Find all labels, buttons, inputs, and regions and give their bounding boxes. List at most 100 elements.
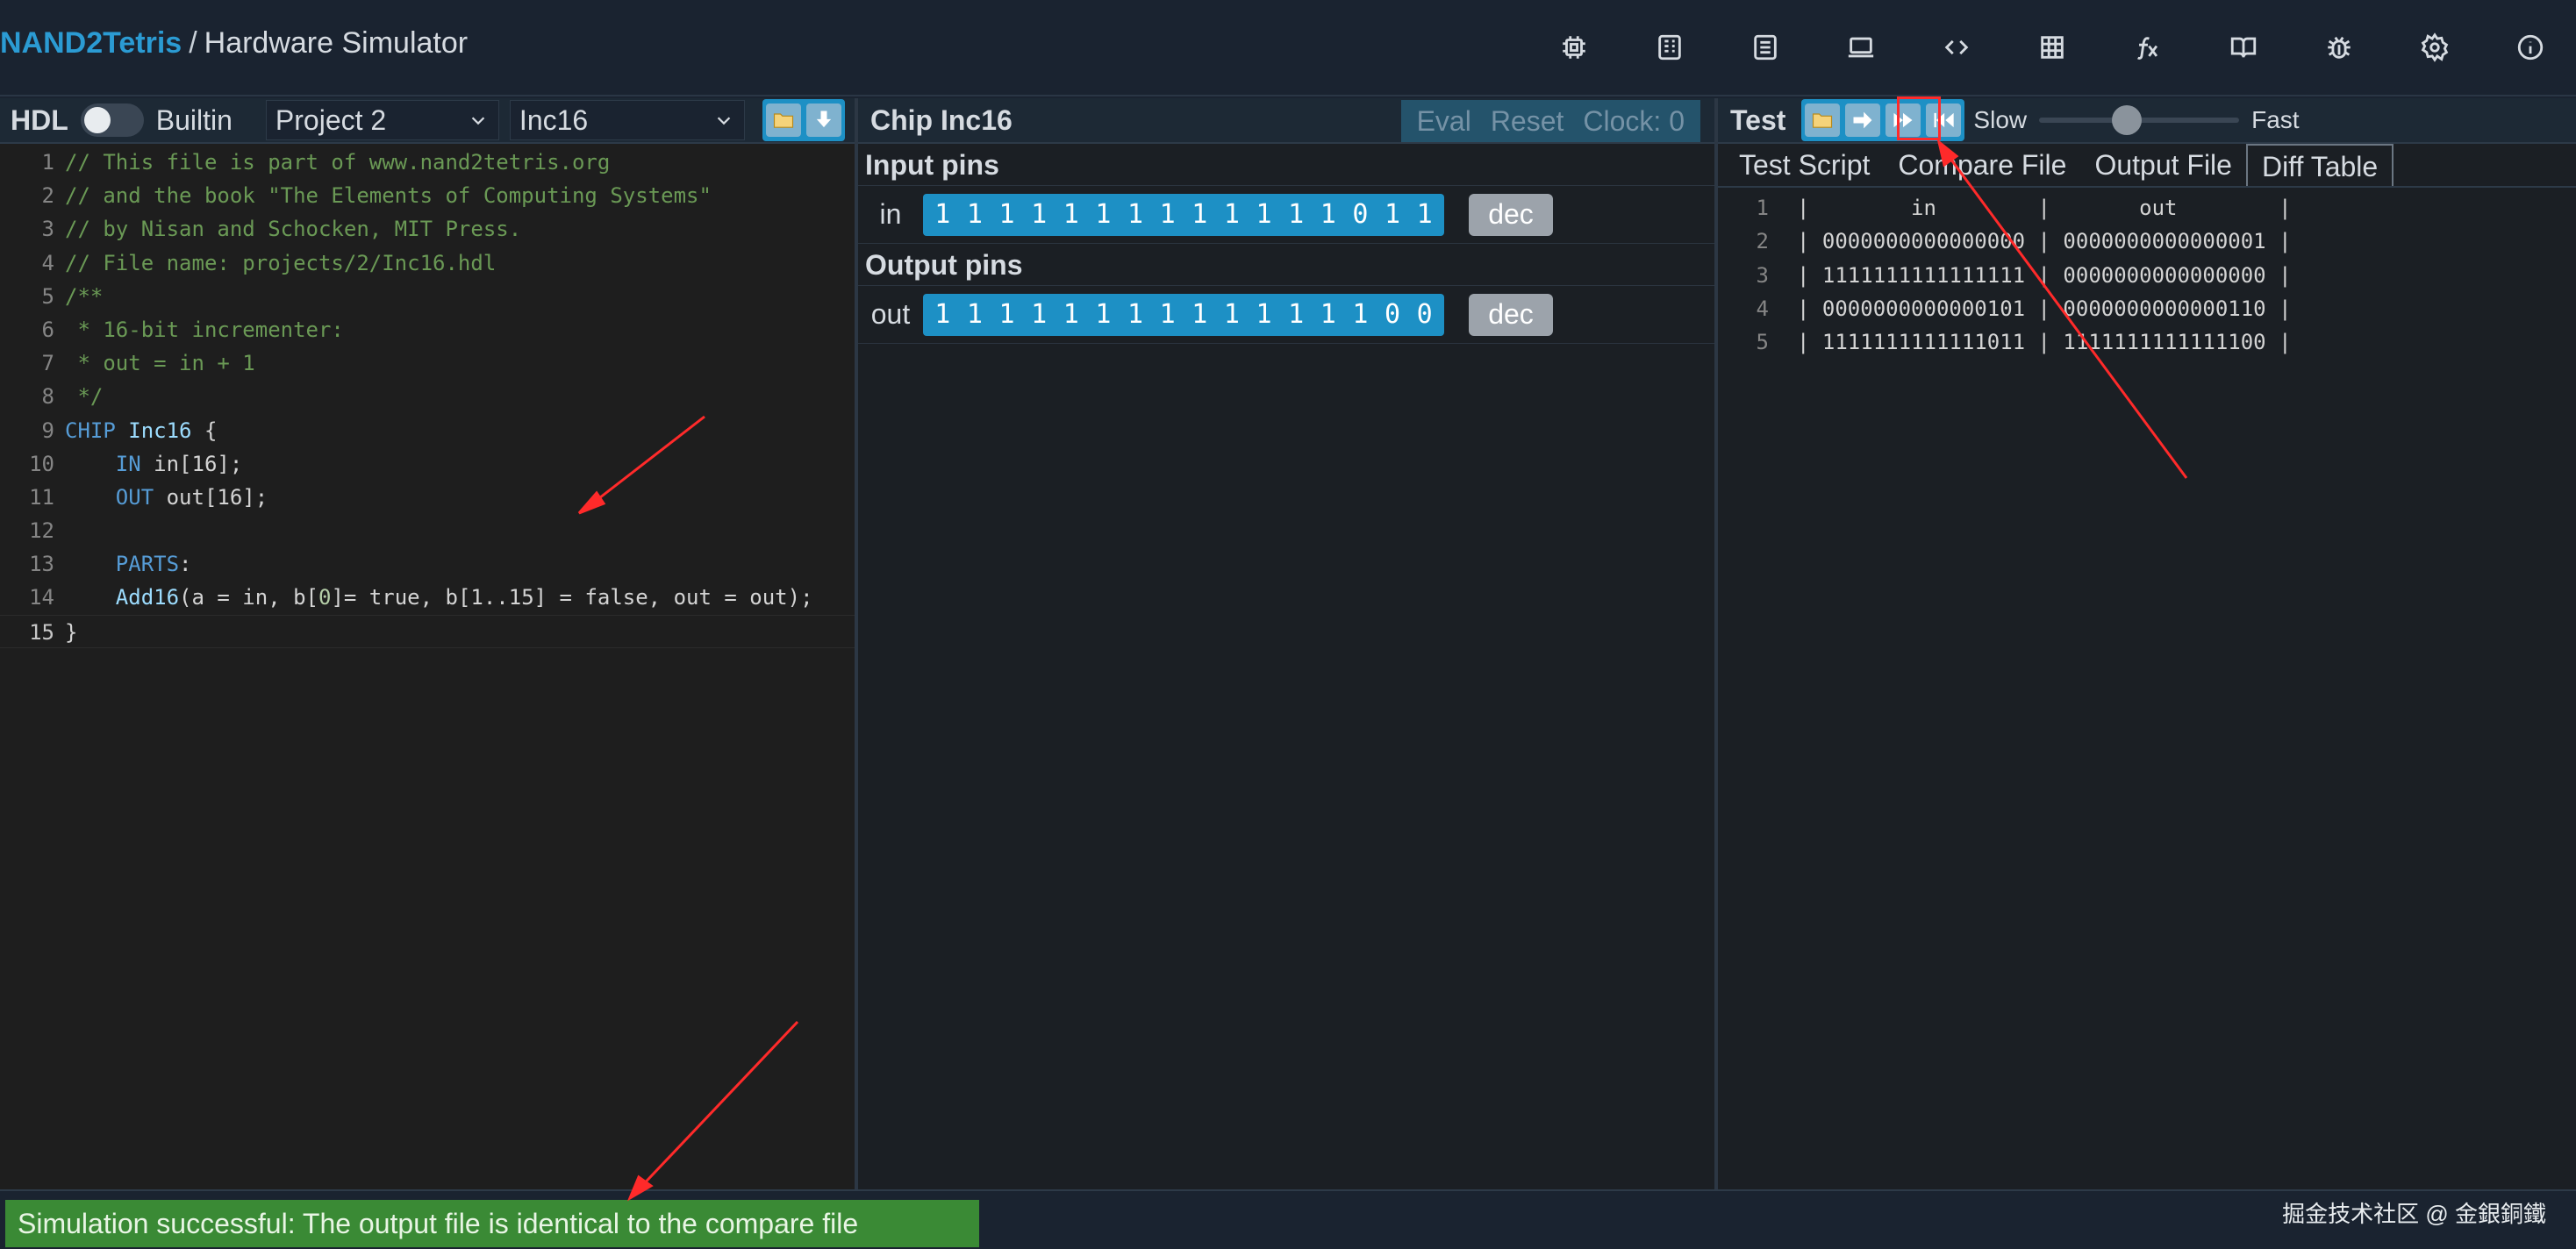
tab-diff-table[interactable]: Diff Table [2245, 144, 2394, 186]
chip-select[interactable]: Inc16 [509, 100, 745, 140]
pin-name: out [870, 298, 911, 330]
chevron-down-icon [471, 117, 485, 125]
open-test-button[interactable] [1805, 103, 1841, 137]
code-line[interactable]: 3 // by Nisan and Schocken, MIT Press. [0, 212, 855, 246]
code-line[interactable]: 14 Add16 (a = in, b[0]= true, b[1..15] = … [0, 581, 855, 614]
code-line[interactable]: 7 * out = in + 1 [0, 346, 855, 380]
code-token: { [191, 418, 218, 443]
project-select[interactable]: Project 2 [265, 100, 499, 140]
pin-bit[interactable]: 1 [1127, 199, 1143, 230]
code-line[interactable]: 12 [0, 514, 855, 547]
input-pin-bits[interactable]: 1111111111111011 [923, 193, 1444, 236]
code-icon[interactable] [1932, 25, 1981, 70]
pin-bit[interactable]: 1 [1385, 199, 1400, 230]
tab-output-file[interactable]: Output File [2080, 144, 2246, 186]
chip-toolbar: Chip Inc16 Eval Reset Clock: 0 [858, 98, 1714, 144]
step-button[interactable] [1845, 103, 1881, 137]
download-icon [816, 111, 832, 128]
pin-bit: 1 [998, 299, 1015, 330]
tab-compare-file[interactable]: Compare File [1884, 144, 2080, 186]
pin-bit[interactable]: 1 [934, 199, 950, 230]
grid-icon[interactable] [2028, 25, 2077, 70]
code-line[interactable]: 4 // File name: projects/2/Inc16.hdl [0, 246, 855, 280]
pin-bit[interactable]: 0 [1352, 199, 1368, 230]
code-line[interactable]: 5 /** [0, 280, 855, 313]
speed-fast-label: Fast [2251, 106, 2300, 133]
code-line[interactable]: 2 // and the book "The Elements of Comput… [0, 179, 855, 212]
app-header: NAND2Tetris / Hardware Simulator [0, 0, 2576, 96]
function-icon[interactable] [2123, 25, 2172, 70]
pin-bit[interactable]: 1 [1063, 199, 1079, 230]
book-icon[interactable] [2219, 25, 2268, 70]
code-line[interactable]: 15} [0, 614, 855, 648]
line-number: 4 [41, 250, 54, 275]
slider-thumb[interactable] [2112, 105, 2143, 135]
chevron-down-icon [717, 117, 731, 125]
code-line[interactable]: 8 */ [0, 380, 855, 413]
settings-icon[interactable] [2410, 25, 2459, 70]
code-token: in[16]; [140, 451, 243, 476]
monitor-icon[interactable] [1836, 25, 1885, 70]
pin-name: in [879, 198, 902, 230]
pin-bit[interactable]: 1 [1288, 199, 1304, 230]
code-token: (a = in, b[ [179, 585, 318, 610]
line-number: 3 [1756, 262, 1769, 288]
code-token: PARTS [115, 552, 180, 577]
line-number: 2 [41, 183, 54, 209]
code-line[interactable]: 10 IN in[16]; [0, 447, 855, 481]
code-line[interactable]: 11 OUT out[16]; [0, 481, 855, 514]
speed-slider[interactable] [2039, 105, 2240, 135]
builtin-toggle[interactable] [80, 103, 144, 137]
pin-bit[interactable]: 1 [1095, 199, 1111, 230]
pin-bit[interactable]: 1 [1417, 199, 1433, 230]
code-token: 0 [318, 585, 332, 610]
pin-bit[interactable]: 1 [1320, 199, 1336, 230]
format-dec-button[interactable]: dec [1469, 193, 1553, 236]
download-button[interactable] [805, 103, 841, 137]
eval-button[interactable]: Eval [1417, 105, 1471, 138]
pin-bit[interactable]: 1 [1160, 199, 1176, 230]
pin-bit[interactable]: 1 [1224, 199, 1240, 230]
line-number: 2 [1756, 229, 1769, 254]
speed-control: Slow Fast [1973, 105, 2300, 135]
pin-bit[interactable]: 1 [1031, 199, 1047, 230]
pin-bit[interactable]: 1 [1191, 199, 1207, 230]
pin-bit: 1 [1159, 299, 1176, 330]
reset-button[interactable]: Reset [1491, 105, 1564, 138]
bug-icon[interactable] [2315, 25, 2364, 70]
code-line[interactable]: 9 CHIP Inc16 { [0, 414, 855, 447]
breadcrumb-separator: / [189, 26, 197, 60]
header-toolbar [1549, 25, 2555, 70]
code-line[interactable]: 6 * 16-bit incrementer: [0, 313, 855, 346]
info-icon[interactable] [2506, 25, 2555, 70]
tab-test-script[interactable]: Test Script [1725, 144, 1884, 186]
pin-bit[interactable]: 1 [1256, 199, 1272, 230]
pin-bit: 1 [1031, 299, 1048, 330]
table-cell: | 0000000000000101 | 0000000000000110 | [1797, 296, 2292, 321]
cpu-icon[interactable] [1645, 25, 1694, 70]
code-line[interactable]: 1 // This file is part of www.nand2tetris… [0, 146, 855, 179]
format-dec-button[interactable]: dec [1469, 293, 1553, 336]
line-number: 9 [41, 418, 54, 443]
pin-bit: 1 [1352, 299, 1369, 330]
hdl-code-editor[interactable]: 1 // This file is part of www.nand2tetris… [0, 146, 855, 648]
hdl-panel: HDL Builtin Project 2 Inc16 1 // This fil… [0, 98, 855, 1189]
list-icon[interactable] [1741, 25, 1790, 70]
code-token: * 16-bit incrementer: [65, 317, 344, 342]
open-folder-button[interactable] [765, 103, 801, 137]
code-line[interactable]: 13 PARTS: [0, 547, 855, 581]
breadcrumb: NAND2Tetris / Hardware Simulator [0, 26, 468, 61]
test-toolbar: Test Slow Fast [1718, 98, 2576, 144]
chip-icon[interactable] [1549, 25, 1599, 70]
pin-bit[interactable]: 1 [967, 199, 983, 230]
code-token: // File name: projects/2/Inc16.hdl [65, 250, 497, 275]
page-title: Hardware Simulator [204, 26, 469, 60]
brand-link[interactable]: NAND2Tetris [0, 26, 182, 60]
table-row: 3 | 1111111111111111 | 0000000000000000 | [1718, 259, 2576, 292]
line-number: 7 [41, 351, 54, 376]
code-token: Add16 [115, 585, 180, 610]
pin-bit: 1 [1320, 299, 1336, 330]
pin-bit[interactable]: 1 [999, 199, 1015, 230]
